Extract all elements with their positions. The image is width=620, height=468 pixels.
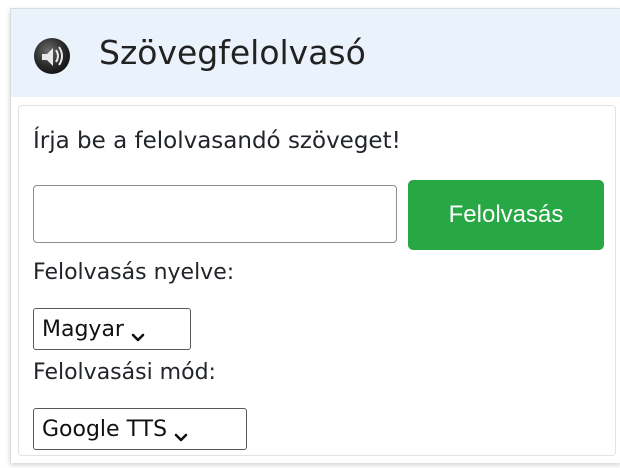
- speaker-sound-icon: [33, 37, 71, 75]
- language-label: Felolvasás nyelve:: [33, 260, 235, 285]
- input-prompt: Írja be a felolvasandó szöveget!: [33, 128, 401, 154]
- mode-label: Felolvasási mód:: [33, 360, 216, 385]
- text-to-read-input[interactable]: [33, 185, 397, 243]
- chevron-down-icon: [131, 324, 145, 342]
- tts-widget: Szövegfelolvasó Írja be a felolvasandó s…: [10, 8, 620, 463]
- page-title: Szövegfelolvasó: [99, 33, 366, 72]
- read-aloud-button[interactable]: Felolvasás: [408, 180, 604, 250]
- mode-select[interactable]: Google TTS: [33, 408, 247, 450]
- language-select-value: Magyar: [42, 316, 124, 342]
- widget-header: Szövegfelolvasó: [11, 9, 620, 97]
- tts-form-card: Írja be a felolvasandó szöveget! Felolva…: [18, 105, 616, 456]
- chevron-down-icon: [174, 424, 188, 442]
- mode-select-value: Google TTS: [42, 416, 168, 442]
- language-select[interactable]: Magyar: [33, 308, 191, 350]
